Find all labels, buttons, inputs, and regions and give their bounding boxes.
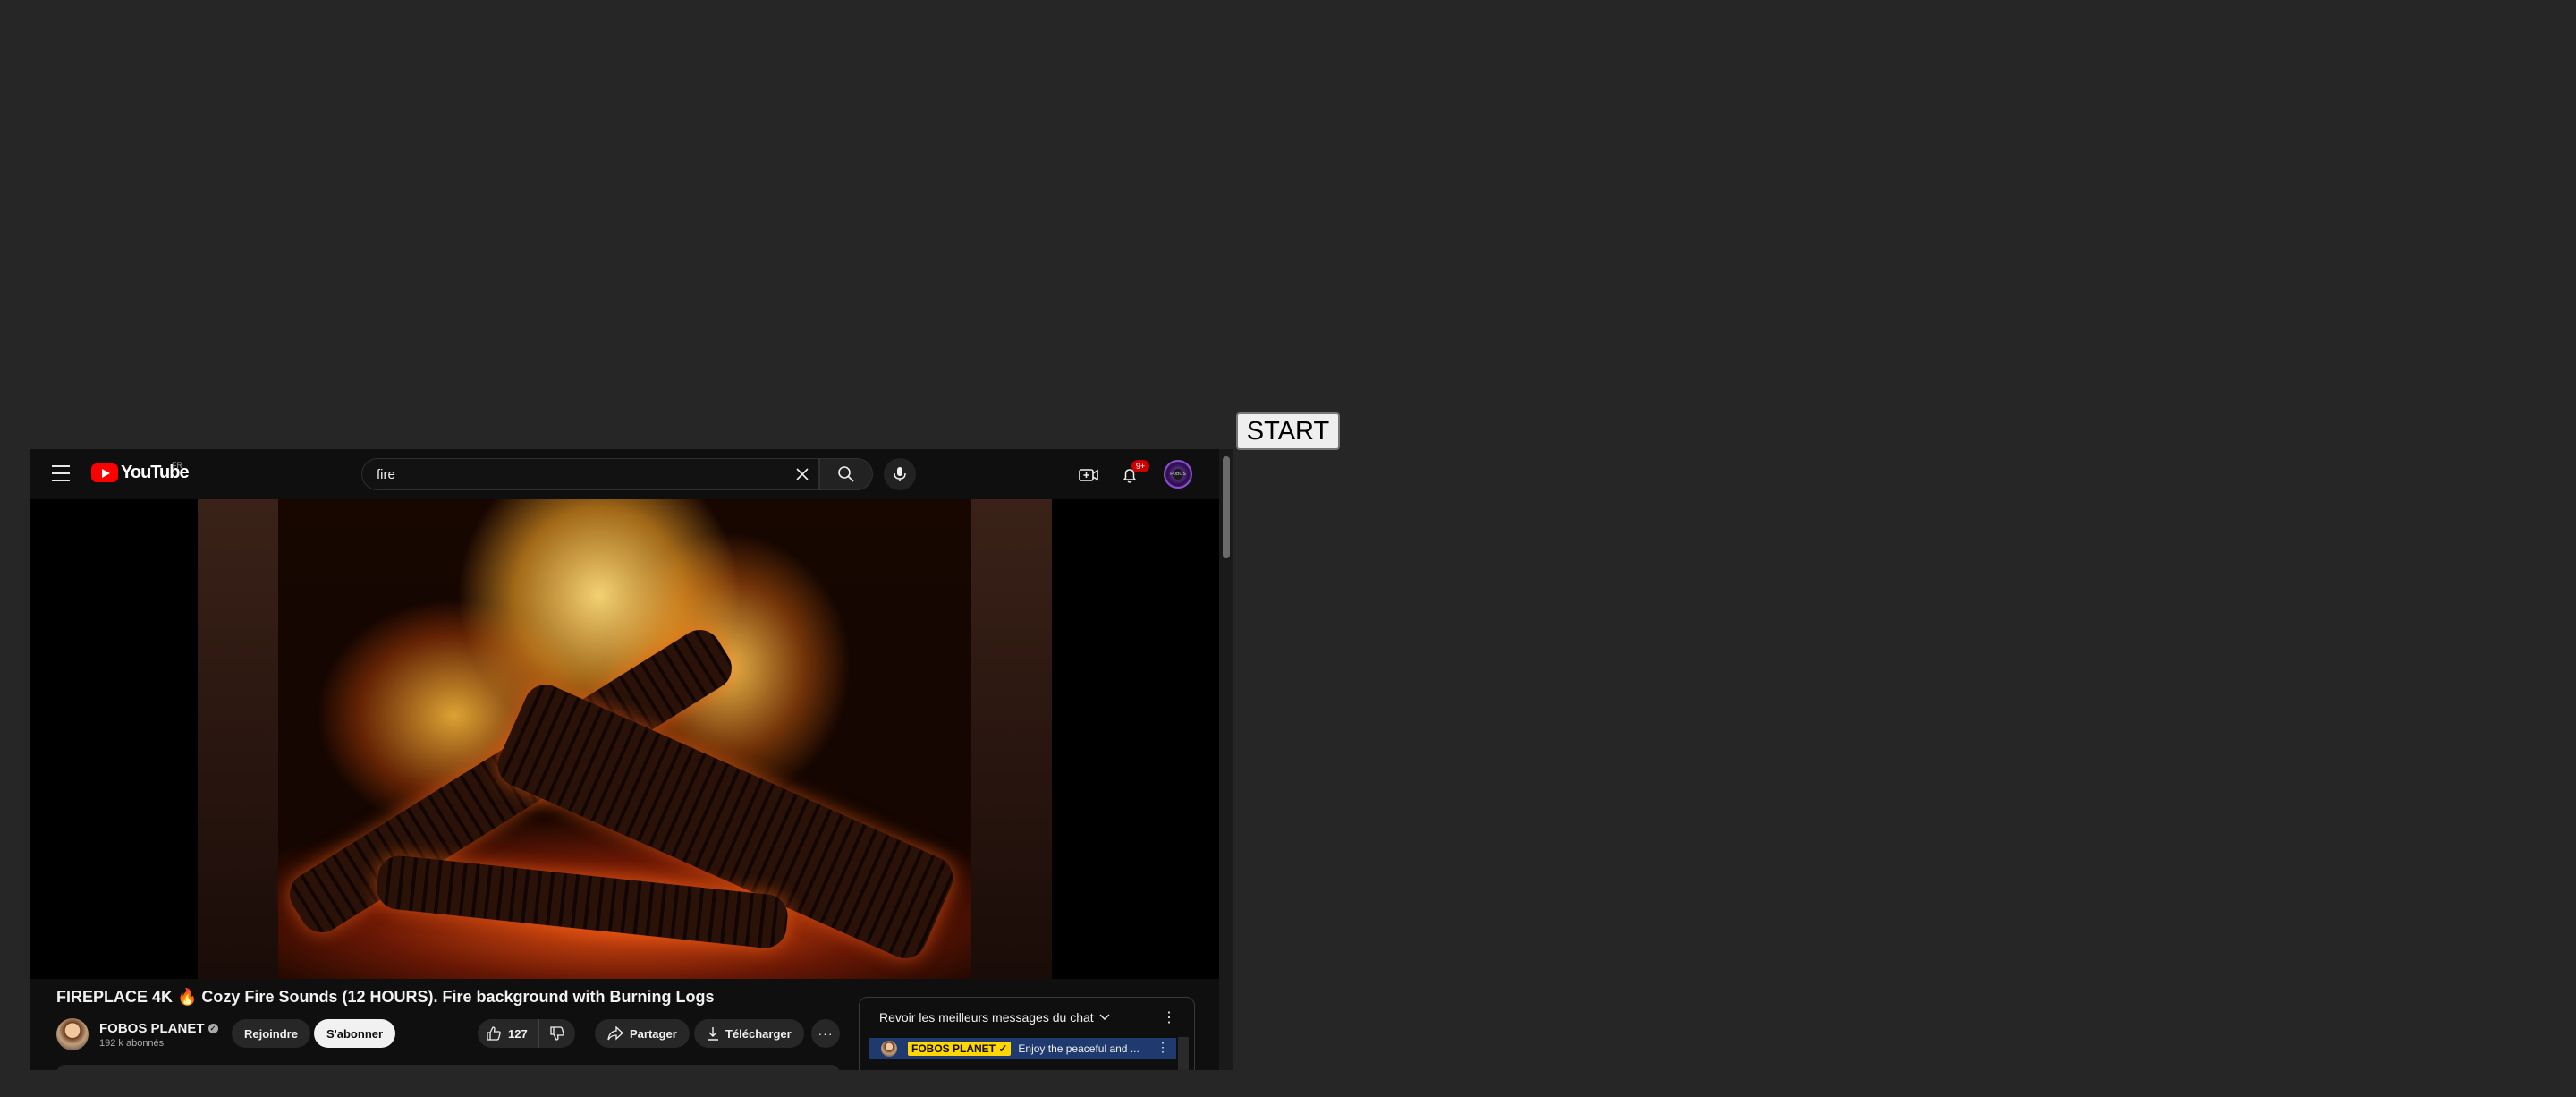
account-avatar[interactable]: FOBOS xyxy=(1164,460,1192,489)
clear-search-button[interactable] xyxy=(786,458,818,490)
chat-header-label: Revoir les meilleurs messages du chat xyxy=(879,1010,1094,1025)
channel-name-text: FOBOS PLANET xyxy=(99,1020,205,1036)
chat-message-menu[interactable]: ⋮ xyxy=(1157,1040,1169,1055)
page-scrollbar[interactable] xyxy=(1219,449,1233,1070)
chevron-down-icon xyxy=(1099,1014,1110,1020)
verified-icon: ✓ xyxy=(208,1023,218,1033)
description-box[interactable] xyxy=(56,1065,840,1070)
share-button[interactable]: Partager xyxy=(595,1019,690,1048)
like-dislike-group: 127 xyxy=(478,1019,575,1048)
youtube-frame: YouTube FR fire 9+ FOBOS FIREPLACE 4K 🔥 … xyxy=(30,449,1233,1070)
subscriber-count: 192 k abonnés xyxy=(99,1037,165,1049)
video-frame-fireplace xyxy=(198,499,1052,979)
live-chat-replay: Revoir les meilleurs messages du chat ⋮ … xyxy=(859,997,1195,1070)
download-icon xyxy=(708,1027,718,1041)
share-label: Partager xyxy=(630,1026,677,1041)
create-icon xyxy=(1079,469,1098,481)
region-code: FR xyxy=(172,461,182,470)
chat-menu-button[interactable]: ⋮ xyxy=(1160,1007,1178,1028)
brick-wall-right xyxy=(971,499,1052,979)
chat-header[interactable]: Revoir les meilleurs messages du chat xyxy=(860,998,1194,1037)
channel-avatar[interactable] xyxy=(56,1018,89,1050)
search-icon xyxy=(838,466,854,482)
notifications-button[interactable]: 9+ xyxy=(1116,460,1149,489)
chat-author-avatar xyxy=(881,1041,897,1057)
masthead: YouTube FR fire 9+ FOBOS xyxy=(30,449,1219,499)
video-title: FIREPLACE 4K 🔥 Cozy Fire Sounds (12 HOUR… xyxy=(56,988,715,1006)
notifications-badge: 9+ xyxy=(1131,460,1149,472)
create-button[interactable] xyxy=(1075,462,1102,489)
channel-name[interactable]: FOBOS PLANET ✓ xyxy=(99,1021,218,1036)
like-button[interactable]: 127 xyxy=(478,1019,539,1048)
like-count: 127 xyxy=(508,1026,528,1041)
like-icon xyxy=(487,1026,501,1041)
video-player[interactable] xyxy=(30,499,1219,979)
close-icon xyxy=(796,468,809,480)
dislike-icon xyxy=(550,1026,564,1041)
chat-scrollbar[interactable] xyxy=(1178,1037,1189,1070)
download-label: Télécharger xyxy=(725,1026,792,1041)
dislike-button[interactable] xyxy=(539,1019,575,1048)
chat-author-name[interactable]: FOBOS PLANET ✓ xyxy=(908,1042,1012,1056)
scrollbar-thumb[interactable] xyxy=(1223,456,1230,558)
share-icon xyxy=(607,1026,623,1041)
subscribe-button[interactable]: S'abonner xyxy=(314,1019,396,1048)
brick-wall-left xyxy=(198,499,278,979)
mic-icon xyxy=(894,467,906,481)
youtube-logo-icon xyxy=(91,463,118,482)
download-button[interactable]: Télécharger xyxy=(694,1019,804,1048)
video-owner: FOBOS PLANET ✓ 192 k abonnés xyxy=(56,1018,218,1050)
channel-info: FOBOS PLANET ✓ 192 k abonnés xyxy=(99,1021,218,1049)
hamburger-icon[interactable] xyxy=(52,465,70,481)
search-box xyxy=(361,458,819,490)
search-input[interactable] xyxy=(362,459,786,489)
more-icon: ··· xyxy=(818,1026,834,1041)
search-button[interactable] xyxy=(819,458,873,490)
voice-search-button[interactable] xyxy=(884,458,916,490)
join-button[interactable]: Rejoindre xyxy=(232,1019,310,1048)
more-actions-button[interactable]: ··· xyxy=(811,1019,840,1048)
avatar-label: FOBOS xyxy=(1170,472,1186,477)
start-button[interactable]: START xyxy=(1236,412,1340,450)
chat-message: FOBOS PLANET ✓ Enjoy the peaceful and ..… xyxy=(869,1038,1176,1059)
chat-message-text: Enjoy the peaceful and ... xyxy=(1018,1042,1140,1055)
